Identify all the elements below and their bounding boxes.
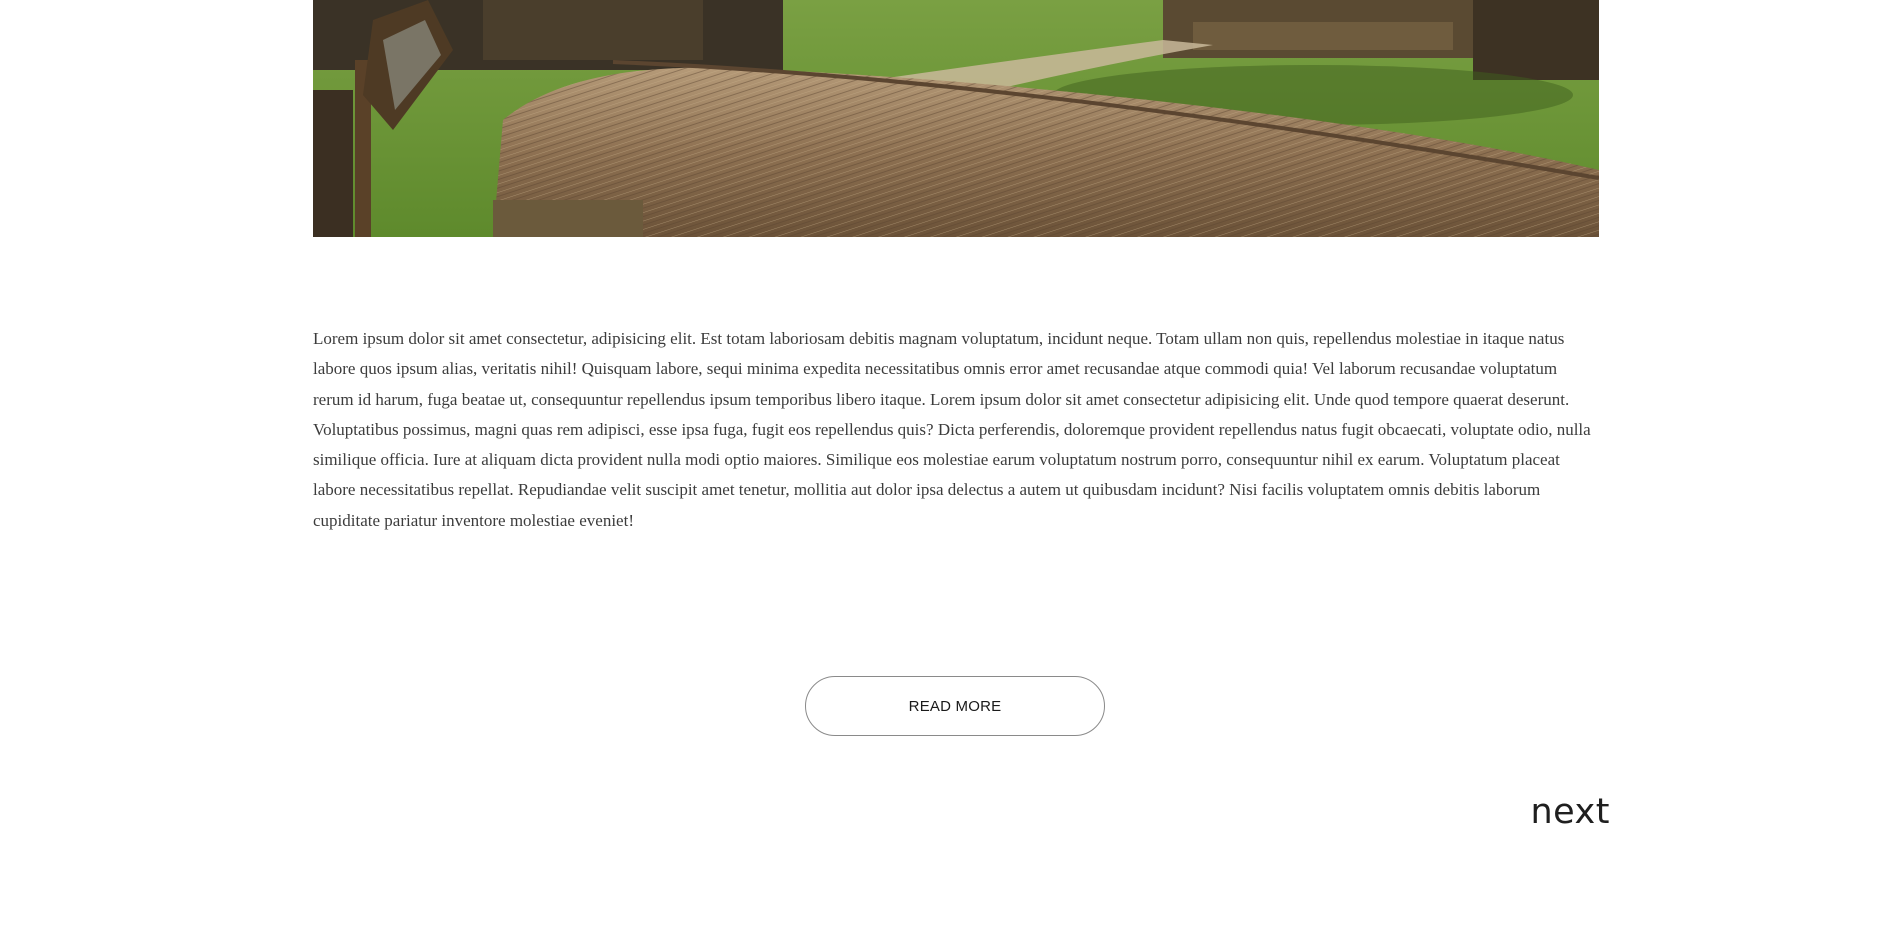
next-link[interactable]: next bbox=[1510, 792, 1610, 832]
read-more-button[interactable]: READ MORE bbox=[805, 676, 1105, 736]
article-body: Lorem ipsum dolor sit amet consectetur, … bbox=[313, 329, 1591, 530]
thatched-fence-photo bbox=[313, 0, 1599, 237]
hero-image bbox=[313, 0, 1599, 237]
